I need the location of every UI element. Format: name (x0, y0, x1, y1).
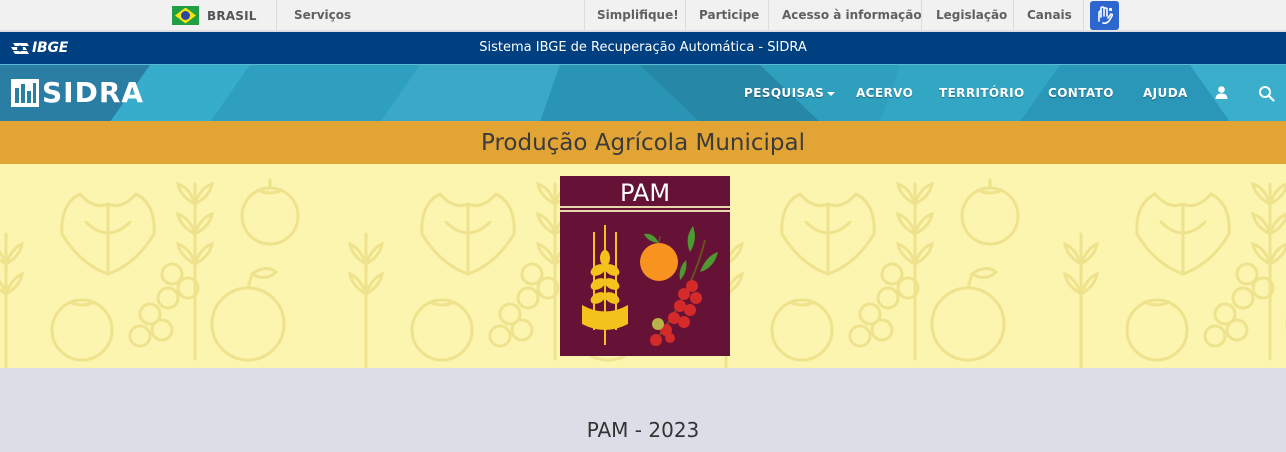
ibge-logo[interactable]: IBGE (10, 40, 68, 56)
divider (768, 0, 769, 31)
gov-bar: BRASIL Serviços Simplifique! Participe A… (0, 0, 1286, 31)
caret-down-icon (827, 91, 836, 96)
system-title: Sistema IBGE de Recuperação Automática -… (479, 40, 807, 55)
hands-sign-language-icon[interactable] (1090, 1, 1119, 30)
edition-heading: PAM - 2023 (586, 418, 700, 442)
country-label: BRASIL (207, 8, 257, 23)
nav-ajuda[interactable]: AJUDA (1143, 65, 1188, 121)
ibge-bar: Sistema IBGE de Recuperação Automática -… (0, 32, 1286, 64)
legislacao-link[interactable]: Legislação (936, 0, 1007, 31)
crops-emblem-icon (582, 225, 718, 346)
sidra-mark-icon (11, 79, 39, 107)
divider (1083, 0, 1084, 31)
nav-contato[interactable]: CONTATO (1048, 65, 1114, 121)
page-title: Produção Agrícola Municipal (0, 121, 1286, 164)
pam-badge: PAM (560, 176, 730, 356)
sidra-logo-text: SIDRA (42, 76, 145, 109)
services-link[interactable]: Serviços (294, 0, 351, 31)
nav-acervo[interactable]: ACERVO (856, 65, 913, 121)
divider (584, 0, 585, 31)
participe-link[interactable]: Participe (699, 0, 759, 31)
pam-badge-title: PAM (619, 179, 671, 207)
nav-territorio[interactable]: TERRITÓRIO (939, 65, 1025, 121)
user-icon[interactable] (1214, 85, 1229, 101)
nav-pesquisas-label: PESQUISAS (744, 86, 825, 100)
pam-banner: PAM (0, 164, 1286, 368)
divider (685, 0, 686, 31)
brasil-link[interactable]: BRASIL (172, 0, 257, 31)
brazil-flag-icon (172, 6, 199, 25)
ibge-mark-icon (10, 41, 30, 55)
nav-pesquisas[interactable]: PESQUISAS (744, 65, 836, 121)
ibge-logo-text: IBGE (32, 40, 69, 56)
divider (276, 0, 277, 31)
divider (560, 206, 730, 208)
divider (921, 0, 922, 31)
acesso-informacao-link[interactable]: Acesso à informação (782, 0, 922, 31)
divider (1013, 0, 1014, 31)
sidra-navbar: SIDRA PESQUISAS ACERVO TERRITÓRIO CONTAT… (0, 64, 1286, 121)
sidra-logo[interactable]: SIDRA (11, 79, 144, 107)
content-area: PAM - 2023 (0, 368, 1286, 452)
search-icon[interactable] (1258, 85, 1275, 102)
simplifique-link[interactable]: Simplifique! (597, 0, 679, 31)
canais-link[interactable]: Canais (1027, 0, 1072, 31)
